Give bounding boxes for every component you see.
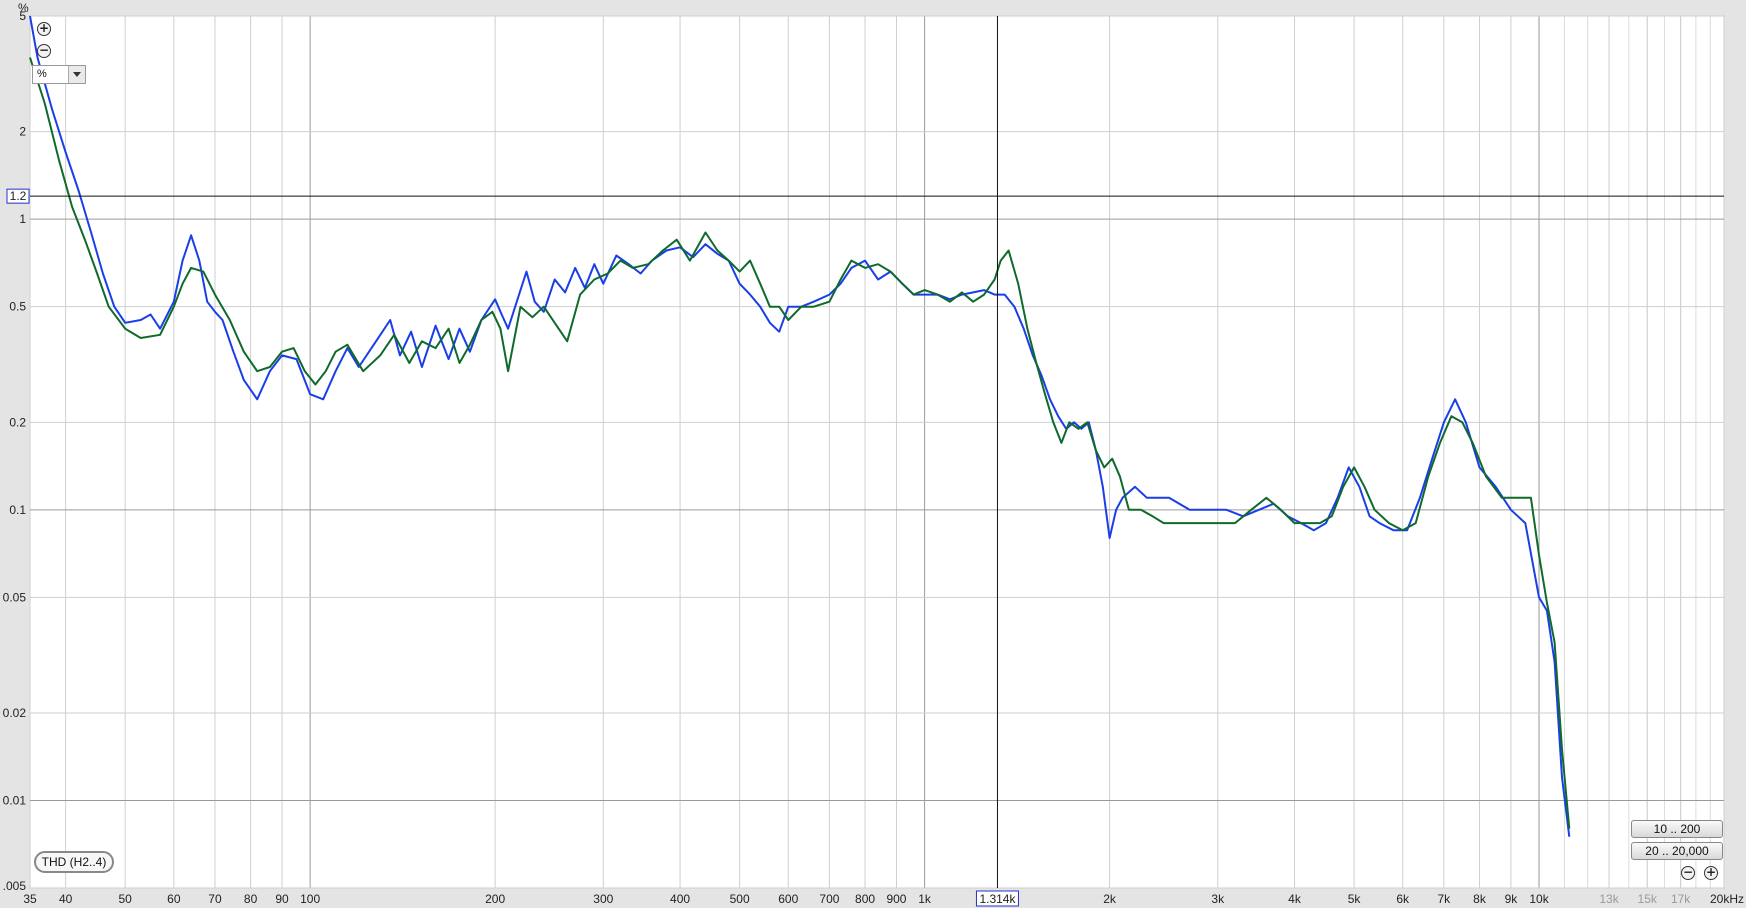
unit-selector[interactable]: % (32, 65, 86, 84)
x-tick-label: 800 (855, 892, 875, 906)
x-tick-label: 5k (1348, 892, 1362, 906)
thd-chart[interactable]: 1.21.314k 5210.50.20.10.050.020.01.005 3… (0, 0, 1746, 908)
x-tick-label: 600 (778, 892, 798, 906)
y-unit-label: % (18, 1, 29, 15)
x-tick-labels: 35 40 50 60 70 80 90 100 200 300 400 500 600 700 800 90… (23, 892, 1744, 906)
x-tick-label: 15k (1638, 892, 1658, 906)
x-tick-label: 35 (23, 892, 37, 906)
y-tick-label: 0.2 (9, 415, 26, 429)
zoom-out-icon: − (1682, 865, 1694, 879)
zoom-out-button[interactable]: − (37, 44, 51, 58)
x-tick-label: 50 (118, 892, 132, 906)
x-tick-label: 400 (670, 892, 690, 906)
x-tick-label: 100 (300, 892, 320, 906)
zoom-in-button[interactable]: + (37, 22, 51, 36)
y-tick-label: 0.5 (9, 300, 26, 314)
x-tick-label: 7k (1438, 892, 1452, 906)
y-tick-labels: 5210.50.20.10.050.020.01.005 (3, 9, 27, 893)
chevron-down-icon[interactable] (68, 66, 85, 83)
x-tick-label: 8k (1473, 892, 1487, 906)
x-tick-label: 4k (1288, 892, 1302, 906)
x-tick-label: 200 (485, 892, 505, 906)
y-tick-label: 0.01 (3, 794, 27, 808)
x-tick-label: 70 (208, 892, 222, 906)
x-tick-label: 900 (886, 892, 906, 906)
range-button-10-200[interactable]: 10 .. 200 (1631, 820, 1723, 838)
x-zoom-in-button[interactable]: + (1704, 866, 1718, 880)
range-button-20-20000[interactable]: 20 .. 20,000 (1631, 842, 1723, 860)
x-tick-label: 9k (1505, 892, 1519, 906)
plot-area[interactable] (29, 15, 1725, 889)
y-tick-label: 0.02 (3, 706, 27, 720)
x-tick-label: 13k (1599, 892, 1619, 906)
unit-selector-value: % (37, 68, 47, 80)
legend-thd-button[interactable]: THD (H2..4) (34, 851, 114, 873)
x-tick-label: 17k (1671, 892, 1691, 906)
x-tick-label: 2k (1103, 892, 1117, 906)
zoom-out-icon: − (38, 43, 50, 57)
cursor-y-label: 1.2 (10, 189, 27, 203)
zoom-in-icon: + (38, 21, 50, 35)
x-tick-label: 10k (1529, 892, 1549, 906)
y-tick-label: 2 (19, 125, 26, 139)
y-tick-label: 0.05 (3, 590, 27, 604)
cursor-x-label: 1.314k (979, 892, 1016, 906)
x-tick-label: 40 (59, 892, 73, 906)
x-tick-label: 60 (167, 892, 181, 906)
x-tick-label: 300 (593, 892, 613, 906)
x-tick-label: 6k (1396, 892, 1410, 906)
y-tick-label: .005 (3, 879, 27, 893)
zoom-in-icon: + (1705, 865, 1717, 879)
x-tick-label: 3k (1211, 892, 1225, 906)
x-tick-label: 80 (244, 892, 258, 906)
x-tick-label: 500 (730, 892, 750, 906)
x-zoom-out-button[interactable]: − (1681, 866, 1695, 880)
y-tick-label: 0.1 (9, 503, 26, 517)
x-tick-label: 700 (819, 892, 839, 906)
x-tick-label: 90 (275, 892, 289, 906)
x-tick-label: 1k (918, 892, 932, 906)
x-tick-label: 20kHz (1710, 892, 1744, 906)
y-tick-label: 1 (19, 212, 26, 226)
